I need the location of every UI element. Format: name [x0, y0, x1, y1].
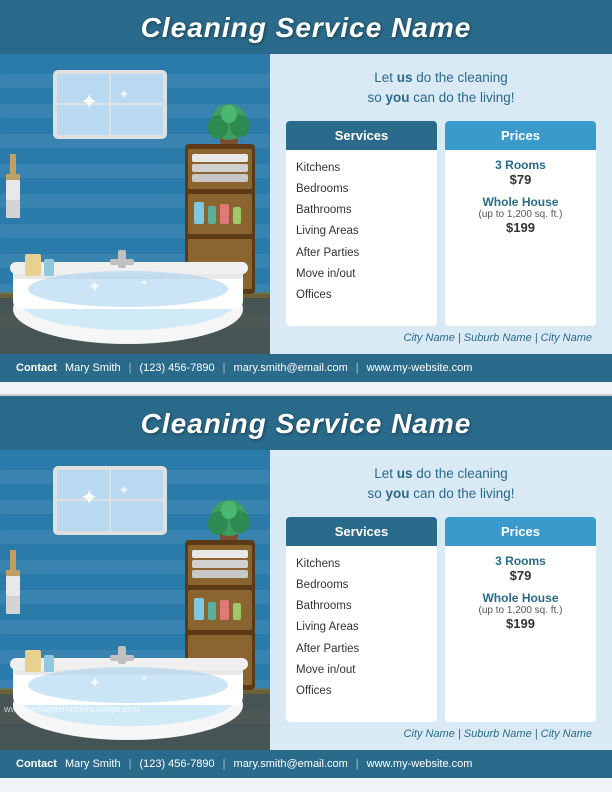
svg-text:✦: ✦ [118, 86, 130, 102]
services-box: Services KitchensBedroomsBathroomsLiving… [286, 121, 437, 327]
contact-email: mary.smith@email.com [234, 758, 348, 770]
price-value: $199 [455, 220, 586, 235]
prices-header: Prices [445, 121, 596, 150]
service-item: Kitchens [296, 554, 427, 575]
flyer-header: Cleaning Service Name [0, 396, 612, 450]
service-item: After Parties [296, 639, 427, 660]
services-prices-container: Services KitchensBedroomsBathroomsLiving… [286, 517, 596, 723]
prices-header: Prices [445, 517, 596, 546]
service-item: Move in/out [296, 264, 427, 285]
service-item: Bathrooms [296, 200, 427, 221]
flyer-body: ✦ ✦ [0, 54, 612, 354]
flyer-content: Let us do the cleaning so you can do the… [270, 54, 612, 354]
price-label: Whole House [455, 591, 586, 605]
tagline: Let us do the cleaning so you can do the… [286, 464, 596, 505]
flyer-footer: Contact Mary Smith | (123) 456-7890 | ma… [0, 750, 612, 778]
service-item: Bedrooms [296, 575, 427, 596]
flyer-body: www.heritagechristiancollege.com [0, 450, 612, 750]
contact-label: Contact [16, 362, 57, 374]
contact-phone: (123) 456-7890 [139, 362, 214, 374]
bathroom-illustration: www.heritagechristiancollege.com [0, 450, 270, 750]
separator: | [129, 758, 132, 770]
services-list: KitchensBedroomsBathroomsLiving AreasAft… [296, 554, 427, 703]
bathroom-illustration: ✦ ✦ [0, 54, 270, 354]
services-header: Services [286, 121, 437, 150]
svg-text:✦: ✦ [88, 279, 101, 296]
svg-text:✦: ✦ [88, 675, 101, 692]
contact-name: Mary Smith [65, 758, 121, 770]
service-item: Offices [296, 681, 427, 702]
service-item: Living Areas [296, 617, 427, 638]
prices-box: Prices 3 Rooms $79 Whole House [445, 517, 596, 723]
watermark: www.heritagechristiancollege.com [4, 704, 140, 714]
contact-website: www.my-website.com [367, 758, 473, 770]
price-value: $199 [455, 616, 586, 631]
flyer-footer: Contact Mary Smith | (123) 456-7890 | ma… [0, 354, 612, 382]
services-prices-container: Services KitchensBedroomsBathroomsLiving… [286, 121, 596, 327]
service-item: Bathrooms [296, 596, 427, 617]
city-line: City Name | Suburb Name | City Name [286, 326, 596, 346]
separator: | [356, 362, 359, 374]
price-item: 3 Rooms $79 [455, 554, 586, 583]
separator: | [223, 362, 226, 374]
separator: | [356, 758, 359, 770]
prices-content: 3 Rooms $79 Whole House (up to 1,200 sq.… [445, 546, 596, 647]
tagline: Let us do the cleaning so you can do the… [286, 68, 596, 109]
services-content: KitchensBedroomsBathroomsLiving AreasAft… [286, 150, 437, 315]
price-item: Whole House (up to 1,200 sq. ft.) $199 [455, 591, 586, 631]
prices-box: Prices 3 Rooms $79 Whole House [445, 121, 596, 327]
contact-name: Mary Smith [65, 362, 121, 374]
svg-text:✦: ✦ [80, 485, 98, 510]
business-title: Cleaning Service Name [0, 408, 612, 440]
service-item: Living Areas [296, 221, 427, 242]
price-label: Whole House [455, 195, 586, 209]
service-item: Offices [296, 285, 427, 306]
price-item: Whole House (up to 1,200 sq. ft.) $199 [455, 195, 586, 235]
svg-text:✦: ✦ [140, 278, 148, 289]
flyer-1: Cleaning Service Name [0, 0, 612, 396]
services-box: Services KitchensBedroomsBathroomsLiving… [286, 517, 437, 723]
contact-phone: (123) 456-7890 [139, 758, 214, 770]
price-item: 3 Rooms $79 [455, 158, 586, 187]
services-list: KitchensBedroomsBathroomsLiving AreasAft… [296, 158, 427, 307]
prices-content: 3 Rooms $79 Whole House (up to 1,200 sq.… [445, 150, 596, 251]
flyer-content: Let us do the cleaning so you can do the… [270, 450, 612, 750]
service-item: Bedrooms [296, 179, 427, 200]
svg-text:✦: ✦ [80, 89, 98, 114]
contact-label: Contact [16, 758, 57, 770]
svg-text:✦: ✦ [140, 674, 148, 685]
svg-text:✦: ✦ [118, 482, 130, 498]
price-note: (up to 1,200 sq. ft.) [455, 605, 586, 616]
price-note: (up to 1,200 sq. ft.) [455, 209, 586, 220]
contact-email: mary.smith@email.com [234, 362, 348, 374]
business-title: Cleaning Service Name [0, 12, 612, 44]
price-label: 3 Rooms [455, 158, 586, 172]
service-item: Kitchens [296, 158, 427, 179]
flyer-2: Cleaning Service Name www.heritagechrist… [0, 396, 612, 792]
price-value: $79 [455, 172, 586, 187]
flyer-header: Cleaning Service Name [0, 0, 612, 54]
city-line: City Name | Suburb Name | City Name [286, 722, 596, 742]
services-header: Services [286, 517, 437, 546]
service-item: Move in/out [296, 660, 427, 681]
price-label: 3 Rooms [455, 554, 586, 568]
contact-website: www.my-website.com [367, 362, 473, 374]
services-content: KitchensBedroomsBathroomsLiving AreasAft… [286, 546, 437, 711]
price-value: $79 [455, 568, 586, 583]
separator: | [223, 758, 226, 770]
separator: | [129, 362, 132, 374]
service-item: After Parties [296, 243, 427, 264]
